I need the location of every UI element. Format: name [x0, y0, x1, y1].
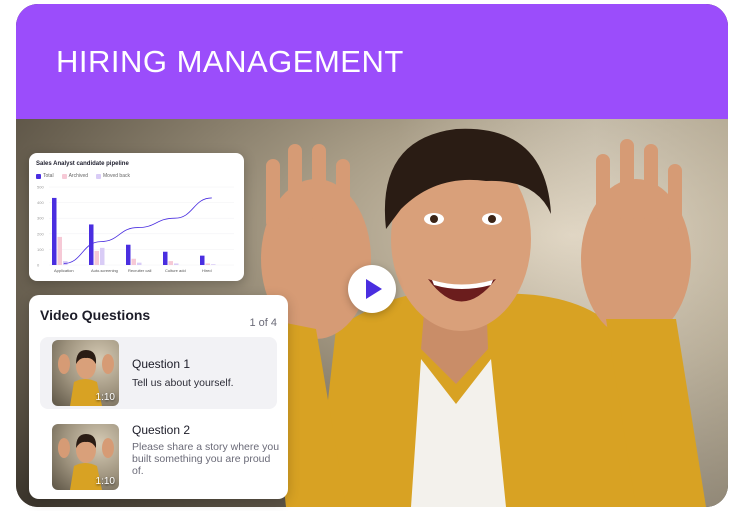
- legend-swatch-moved-back: [96, 173, 102, 179]
- page-title: HIRING MANAGEMENT: [56, 44, 404, 79]
- legend-label-archived: Archived: [68, 173, 89, 179]
- x-tick-label: Culture add: [165, 268, 186, 273]
- x-tick-label: Application: [54, 268, 74, 273]
- y-tick-label: 100: [37, 247, 44, 252]
- x-tick-label: Auto-screening: [91, 268, 118, 273]
- bar-archived: [205, 263, 210, 265]
- chart-legend: Total Archived Moved back: [36, 173, 130, 179]
- bar-total: [126, 244, 131, 265]
- play-icon: [366, 279, 382, 299]
- y-tick-label: 0: [37, 263, 40, 268]
- question-2-duration: 1:10: [95, 476, 115, 487]
- x-tick-label: Hired: [202, 268, 212, 273]
- bar-archived: [168, 261, 173, 265]
- pipeline-chart-card: Sales Analyst candidate pipeline Total A…: [29, 153, 244, 281]
- bar-total: [163, 251, 168, 265]
- bar-archived: [131, 258, 136, 265]
- y-tick-label: 400: [37, 200, 44, 205]
- y-tick-label: 500: [37, 185, 44, 190]
- bar-total: [52, 197, 57, 265]
- x-tick-label: Recruiter call: [128, 268, 151, 273]
- question-2-title: Question 2: [132, 423, 191, 437]
- legend-label-moved-back: Moved back: [103, 173, 130, 179]
- bar-moved-back: [137, 262, 142, 265]
- question-item-2[interactable]: 1:10 Question 2 Please share a story whe…: [40, 419, 279, 495]
- trend-line: [63, 197, 212, 264]
- question-counter: 1 of 4: [249, 317, 277, 329]
- bar-moved-back: [174, 263, 179, 265]
- play-button[interactable]: [348, 265, 396, 313]
- legend-label-total: Total: [43, 173, 54, 179]
- question-1-duration: 1:10: [95, 392, 115, 403]
- video-questions-title: Video Questions: [40, 307, 151, 323]
- bar-archived: [57, 236, 62, 265]
- bar-archived: [94, 250, 99, 265]
- pipeline-chart: 0 100 200 300 400 500 Application Auto-screenin…: [37, 185, 234, 273]
- question-1-title: Question 1: [132, 357, 191, 371]
- bar-moved-back: [100, 247, 105, 265]
- legend-moved-back: Moved back: [96, 173, 130, 179]
- question-2-thumbnail[interactable]: 1:10: [52, 424, 119, 490]
- legend-total: Total: [36, 173, 54, 179]
- chart-title: Sales Analyst candidate pipeline: [36, 161, 129, 167]
- header-banner: HIRING MANAGEMENT: [16, 4, 728, 119]
- legend-swatch-archived: [61, 173, 67, 179]
- y-tick-label: 300: [37, 216, 44, 221]
- question-item-1[interactable]: 1:10 Question 1 Tell us about yourself.: [40, 337, 277, 409]
- bar-moved-back: [211, 264, 216, 265]
- legend-swatch-total: [36, 173, 41, 179]
- legend-archived: Archived: [61, 173, 89, 179]
- video-questions-card: Video Questions 1 of 4 1:10 Question 1 T…: [29, 295, 288, 499]
- question-1-thumbnail[interactable]: 1:10: [52, 340, 119, 406]
- question-2-text: Please share a story where you built som…: [132, 441, 280, 477]
- bar-total: [200, 255, 205, 265]
- question-1-text: Tell us about yourself.: [132, 377, 234, 389]
- y-tick-label: 200: [37, 231, 44, 236]
